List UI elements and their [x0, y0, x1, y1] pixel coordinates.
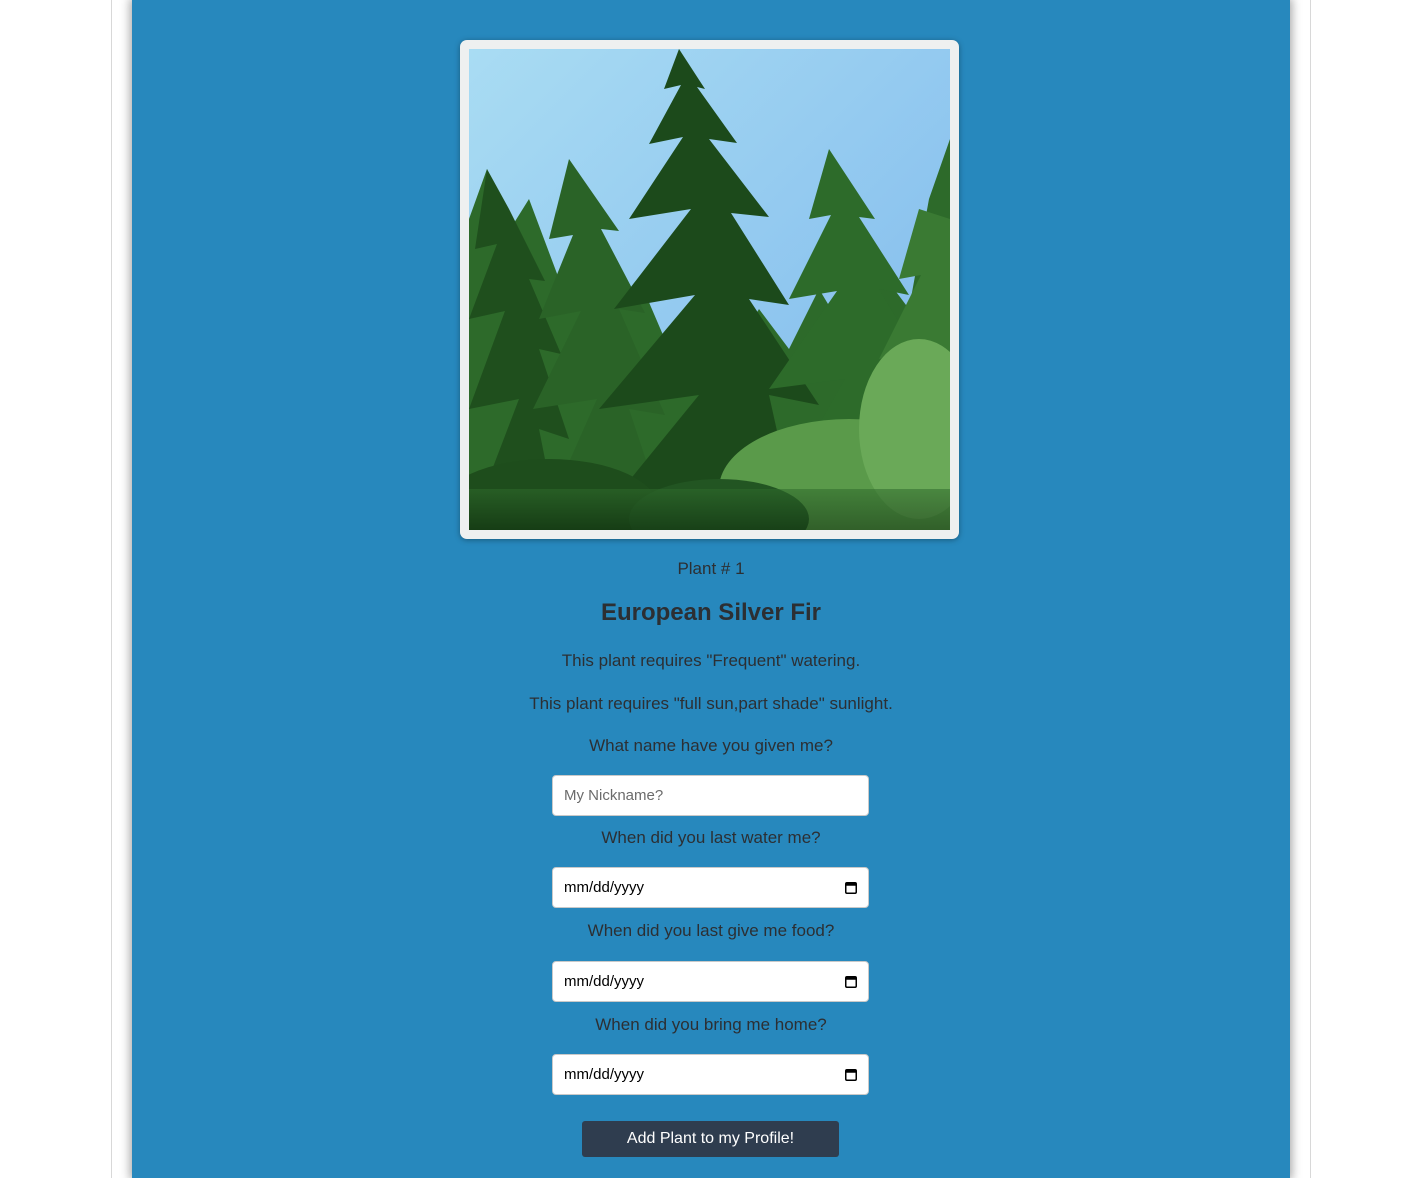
- last-watered-date-input[interactable]: mm/dd/yyyy: [552, 867, 869, 908]
- plant-card: Plant # 1 European Silver Fir This plant…: [132, 0, 1290, 1178]
- last-watered-question: When did you last water me?: [601, 828, 821, 847]
- brought-home-date-input[interactable]: mm/dd/yyyy: [552, 1054, 869, 1095]
- calendar-icon[interactable]: [845, 1068, 857, 1081]
- plant-name-heading: European Silver Fir: [600, 599, 822, 626]
- last-watered-date-value: mm/dd/yyyy: [564, 879, 645, 896]
- last-fed-question: When did you last give me food?: [587, 921, 835, 940]
- plant-photo: [469, 49, 950, 530]
- watering-requirement: This plant requires "Frequent" watering.: [561, 651, 861, 670]
- last-fed-date-value: mm/dd/yyyy: [564, 973, 645, 990]
- calendar-icon[interactable]: [845, 975, 857, 988]
- add-plant-button[interactable]: Add Plant to my Profile!: [582, 1121, 839, 1157]
- plant-photo-frame: [460, 40, 959, 539]
- brought-home-question: When did you bring me home?: [595, 1015, 827, 1034]
- brought-home-date-value: mm/dd/yyyy: [564, 1066, 645, 1083]
- sunlight-requirement: This plant requires "full sun,part shade…: [529, 694, 893, 713]
- nickname-input[interactable]: [552, 775, 869, 816]
- last-fed-date-input[interactable]: mm/dd/yyyy: [552, 961, 869, 1002]
- calendar-icon[interactable]: [845, 881, 857, 894]
- plant-number-label: Plant # 1: [677, 559, 745, 578]
- nickname-question: What name have you given me?: [589, 736, 833, 755]
